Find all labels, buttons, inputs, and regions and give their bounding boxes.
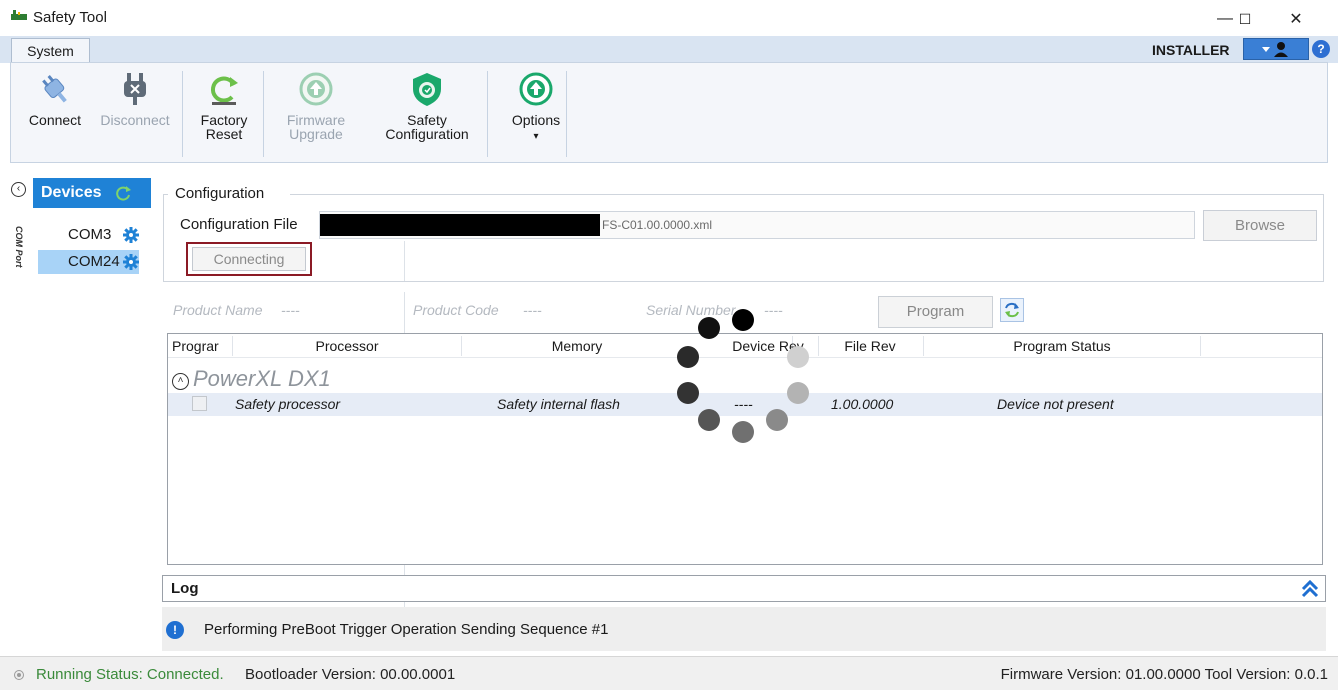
configuration-file-name: FS-C01.00.0000.xml (602, 218, 713, 232)
divider (404, 292, 405, 333)
column-header-file-rev[interactable]: File Rev (818, 338, 922, 354)
options-icon (519, 72, 553, 106)
log-message: Performing PreBoot Trigger Operation Sen… (204, 621, 609, 638)
column-separator (1200, 336, 1201, 356)
log-messages: ! Performing PreBoot Trigger Operation S… (162, 607, 1326, 651)
port-item-com24[interactable]: COM24 (38, 250, 139, 274)
configuration-file-label: Configuration File (180, 216, 298, 233)
safety-config-label-2: Configuration (385, 126, 469, 142)
ribbon-separator (487, 71, 488, 157)
chevron-down-icon: ▾ (533, 131, 539, 142)
disconnect-label: Disconnect (100, 112, 170, 128)
ribbon-separator (263, 71, 264, 157)
log-title: Log (171, 580, 199, 597)
help-icon[interactable]: ? (1312, 40, 1330, 58)
port-label: COM3 (68, 226, 112, 243)
port-item-com3[interactable]: COM3 (38, 223, 139, 247)
shield-icon (413, 73, 441, 106)
reset-icon (210, 76, 238, 105)
ribbon-separator (566, 71, 567, 157)
window-title: Safety Tool (33, 9, 107, 26)
safety-configuration-button[interactable]: Safety Configuration (373, 71, 481, 141)
user-menu-button[interactable] (1243, 38, 1309, 60)
com-port-header: COM Port (14, 226, 24, 268)
collapse-group-icon[interactable]: ˄ (172, 373, 189, 390)
connect-label: Connect (28, 112, 82, 128)
status-bar: Running Status: Connected. Bootloader Ve… (0, 656, 1338, 690)
configuration-legend: Configuration (173, 185, 267, 202)
options-button[interactable]: Options ▾ (501, 71, 571, 144)
refresh-program-button[interactable] (1000, 298, 1024, 322)
product-name-label: Product Name (173, 302, 263, 318)
connecting-button[interactable]: Connecting (192, 247, 306, 271)
expand-up-icon[interactable] (1301, 579, 1319, 599)
loading-spinner-icon (677, 309, 809, 443)
maximize-button[interactable]: ☐ (1222, 6, 1268, 32)
user-role-label: INSTALLER (1152, 42, 1230, 58)
configuration-file-field[interactable]: FS-C01.00.0000.xml (319, 211, 1195, 239)
refresh-icon[interactable] (114, 184, 132, 202)
product-name-value: ---- (281, 302, 300, 318)
group-label: PowerXL DX1 (193, 366, 331, 391)
devices-button[interactable]: Devices (33, 178, 151, 208)
port-label: COM24 (68, 253, 120, 270)
disconnect-button[interactable]: Disconnect (94, 71, 176, 127)
factory-reset-label-2: Reset (205, 126, 243, 142)
row-checkbox[interactable] (192, 396, 207, 411)
firmware-upgrade-button[interactable]: Firmware Upgrade (281, 71, 351, 141)
plug-disconnect-icon (124, 73, 146, 105)
product-code-label: Product Code (413, 302, 499, 318)
app-icon (11, 10, 27, 20)
devices-label: Devices (41, 184, 102, 201)
plug-connect-icon (42, 75, 67, 103)
collapse-panel-icon[interactable]: ‹ (11, 182, 26, 197)
product-code-value: ---- (523, 302, 542, 318)
program-button[interactable]: Program (878, 296, 993, 328)
user-icon (1262, 42, 1288, 57)
cell-file-rev: 1.00.0000 (831, 396, 894, 412)
firmware-upgrade-label-2: Upgrade (289, 126, 343, 142)
close-button[interactable]: ✕ (1273, 6, 1319, 32)
cell-program-status: Device not present (997, 396, 1114, 412)
running-status: Running Status: Connected. (36, 666, 224, 683)
info-icon: ! (166, 621, 184, 639)
ribbon-panel: Connect Disconnect Factory Reset Firmwar… (10, 62, 1328, 163)
tab-system[interactable]: System (11, 38, 90, 65)
column-header-processor[interactable]: Processor (234, 338, 460, 354)
ribbon-tab-strip: System INSTALLER ? (0, 36, 1338, 65)
group-row-powerxl[interactable]: ˄ PowerXL DX1 (172, 366, 331, 392)
status-indicator-icon (14, 670, 24, 680)
gear-icon[interactable] (123, 254, 139, 270)
log-header: Log (162, 575, 1326, 602)
column-separator (232, 336, 233, 356)
divider (404, 565, 405, 575)
cell-memory: Safety internal flash (497, 396, 620, 412)
gear-icon[interactable] (123, 227, 139, 243)
factory-reset-button[interactable]: Factory Reset (189, 71, 259, 141)
title-bar: Safety Tool — ☐ ✕ (0, 0, 1338, 36)
ribbon-separator (182, 71, 183, 157)
column-header-program-status[interactable]: Program Status (924, 338, 1200, 354)
group-border (290, 194, 1324, 195)
group-border (163, 194, 168, 195)
cell-processor: Safety processor (235, 396, 341, 412)
browse-button[interactable]: Browse (1203, 210, 1317, 241)
divider (404, 241, 405, 281)
column-header-memory[interactable]: Memory (462, 338, 692, 354)
options-label: Options (511, 112, 561, 128)
firmware-tool-version: Firmware Version: 01.00.0000 Tool Versio… (1000, 666, 1328, 683)
refresh-icon (1005, 302, 1019, 318)
column-header-program[interactable]: Prograr (172, 338, 232, 354)
connect-button[interactable]: Connect (25, 71, 85, 127)
redacted-path (320, 214, 600, 236)
upgrade-icon (299, 72, 333, 106)
bootloader-version: Bootloader Version: 00.00.0001 (245, 666, 456, 683)
